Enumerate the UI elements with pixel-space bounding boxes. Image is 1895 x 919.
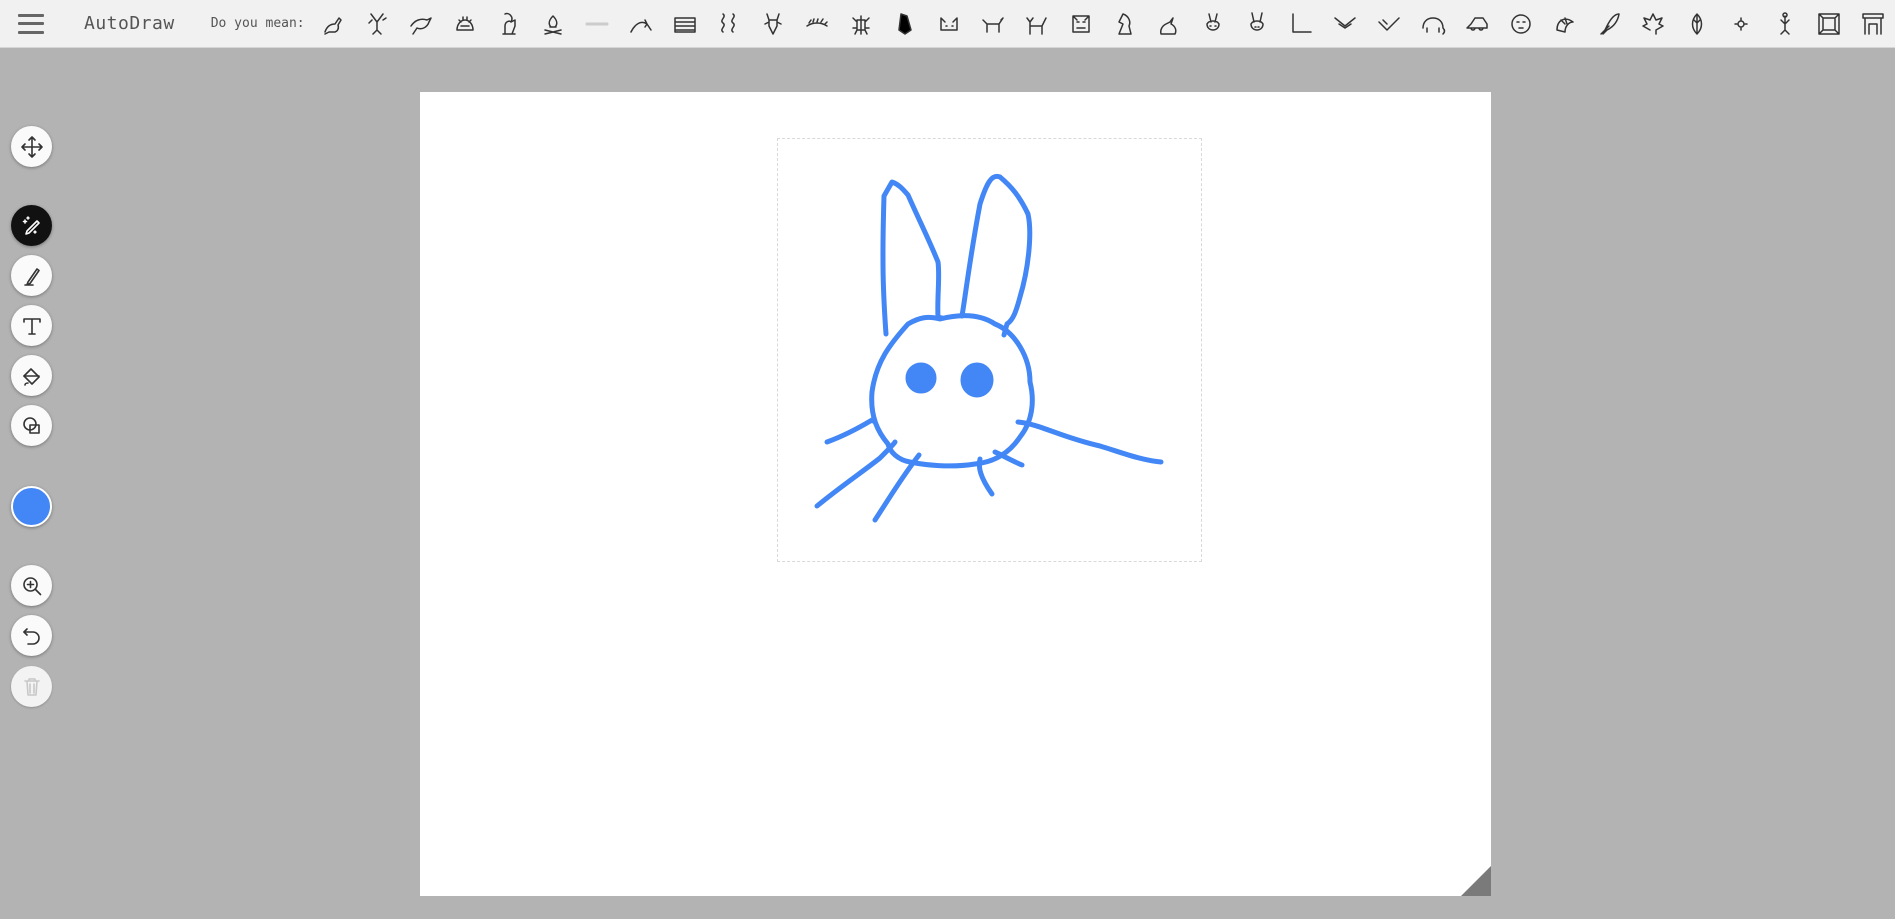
- suggestion-chevron-down[interactable]: [1323, 4, 1367, 44]
- suggestion-rabbit-sitting[interactable]: [1147, 4, 1191, 44]
- menu-icon[interactable]: [18, 13, 44, 34]
- suggestion-line[interactable]: [575, 4, 619, 44]
- bunny-face-icon: [1205, 12, 1220, 31]
- suggestion-check[interactable]: [1367, 4, 1411, 44]
- leaf-branch-icon: [805, 17, 828, 27]
- color-picker-button[interactable]: [11, 486, 52, 527]
- suggestion-corner[interactable]: [1279, 4, 1323, 44]
- suggestion-spark[interactable]: [1719, 4, 1763, 44]
- suggestions-label: Do you mean:: [210, 16, 305, 31]
- fireplace-icon: [1861, 12, 1884, 35]
- line-icon: [585, 22, 609, 25]
- cat-face-icon: [939, 16, 958, 31]
- suggestion-feather[interactable]: [1587, 4, 1631, 44]
- suggestion-strip: [311, 4, 1895, 44]
- kangaroo-icon: [323, 16, 342, 35]
- suggestion-elephant[interactable]: [1411, 4, 1455, 44]
- trash-icon: [23, 677, 40, 696]
- suggestion-penguin[interactable]: [883, 4, 927, 44]
- lobster-icon: [763, 12, 782, 35]
- suggestion-cat[interactable]: [1015, 4, 1059, 44]
- car-icon: [1465, 16, 1488, 31]
- suggestion-leaf-branch[interactable]: [795, 4, 839, 44]
- shape-tool-button[interactable]: [11, 405, 52, 446]
- cat-icon: [1025, 16, 1047, 35]
- undo-icon: [22, 627, 40, 645]
- fill-tool-button[interactable]: [11, 355, 52, 396]
- wiggle-lines-icon: [720, 12, 735, 33]
- wall-icon: [673, 16, 696, 33]
- maple-leaf-icon: [1641, 12, 1664, 35]
- suggestion-shell[interactable]: [1543, 4, 1587, 44]
- zoom-in-icon: [22, 576, 41, 595]
- suggestion-dog[interactable]: [971, 4, 1015, 44]
- move-icon: [20, 135, 43, 158]
- suggestion-wall[interactable]: [663, 4, 707, 44]
- suggestion-curved-arrow[interactable]: [619, 4, 663, 44]
- penguin-icon: [897, 12, 912, 35]
- suggestion-cat-face[interactable]: [927, 4, 971, 44]
- magic-pen-icon: [22, 215, 40, 235]
- elephant-icon: [1421, 16, 1445, 35]
- suggestion-bug[interactable]: [839, 4, 883, 44]
- dog-icon: [981, 16, 1004, 33]
- suggestion-dancer[interactable]: [355, 4, 399, 44]
- shell-icon: [1555, 16, 1574, 33]
- lion-icon: [1510, 13, 1531, 34]
- suggestion-chess-knight[interactable]: [1103, 4, 1147, 44]
- undo-tool-button[interactable]: [11, 615, 52, 656]
- spark-icon: [1733, 16, 1748, 31]
- figure-icon: [1779, 11, 1790, 35]
- corner-icon: [1291, 12, 1312, 33]
- dancer-icon: [367, 12, 387, 35]
- suggestion-leaf[interactable]: [1675, 4, 1719, 44]
- frame-icon: [1817, 12, 1840, 35]
- suggestion-bunny-head[interactable]: [1235, 4, 1279, 44]
- curved-arrow-icon: [629, 18, 652, 33]
- suggestion-squirrel[interactable]: [487, 4, 531, 44]
- suggestion-kangaroo[interactable]: [311, 4, 355, 44]
- chess-knight-icon: [1117, 12, 1132, 35]
- paint-bucket-icon: [22, 367, 40, 386]
- rabbit-sitting-icon: [1159, 16, 1177, 35]
- suggestion-figure[interactable]: [1763, 4, 1807, 44]
- chevron-down-icon: [1333, 16, 1356, 29]
- feather-icon: [1599, 12, 1620, 35]
- text-icon: [22, 317, 41, 335]
- suggestion-bird[interactable]: [399, 4, 443, 44]
- squirrel-icon: [501, 12, 516, 35]
- suggestion-fireplace[interactable]: [1851, 4, 1895, 44]
- suggestion-lion[interactable]: [1499, 4, 1543, 44]
- suggestion-hedgehog[interactable]: [443, 4, 487, 44]
- bird-icon: [409, 16, 432, 35]
- bunny-drawing: [814, 173, 1164, 523]
- suggestion-wiggle-lines[interactable]: [707, 4, 751, 44]
- hedgehog-icon: [455, 15, 474, 31]
- shapes-icon: [22, 416, 40, 434]
- zoom-tool-button[interactable]: [11, 565, 52, 606]
- monkey-face-icon: [1071, 14, 1090, 33]
- check-icon: [1377, 16, 1400, 31]
- suggestion-bunny-face[interactable]: [1191, 4, 1235, 44]
- drawing-canvas[interactable]: [420, 92, 1491, 896]
- suggestion-lobster[interactable]: [751, 4, 795, 44]
- move-tool-button[interactable]: [11, 126, 52, 167]
- type-tool-button[interactable]: [11, 305, 52, 346]
- pencil-icon: [23, 267, 40, 286]
- suggestion-monkey-face[interactable]: [1059, 4, 1103, 44]
- leaf-icon: [1691, 12, 1702, 35]
- bug-icon: [851, 14, 870, 35]
- bunny-head-icon: [1249, 11, 1264, 31]
- campfire-icon: [543, 14, 562, 35]
- suggestion-frame[interactable]: [1807, 4, 1851, 44]
- app-title: AutoDraw: [84, 13, 175, 34]
- autodraw-tool-button[interactable]: [11, 205, 52, 246]
- top-bar: AutoDraw Do you mean:: [0, 0, 1895, 48]
- resize-handle[interactable]: [1461, 866, 1491, 896]
- delete-tool-button[interactable]: [11, 666, 52, 707]
- draw-tool-button[interactable]: [11, 255, 52, 296]
- suggestion-campfire[interactable]: [531, 4, 575, 44]
- suggestion-car[interactable]: [1455, 4, 1499, 44]
- suggestion-maple-leaf[interactable]: [1631, 4, 1675, 44]
